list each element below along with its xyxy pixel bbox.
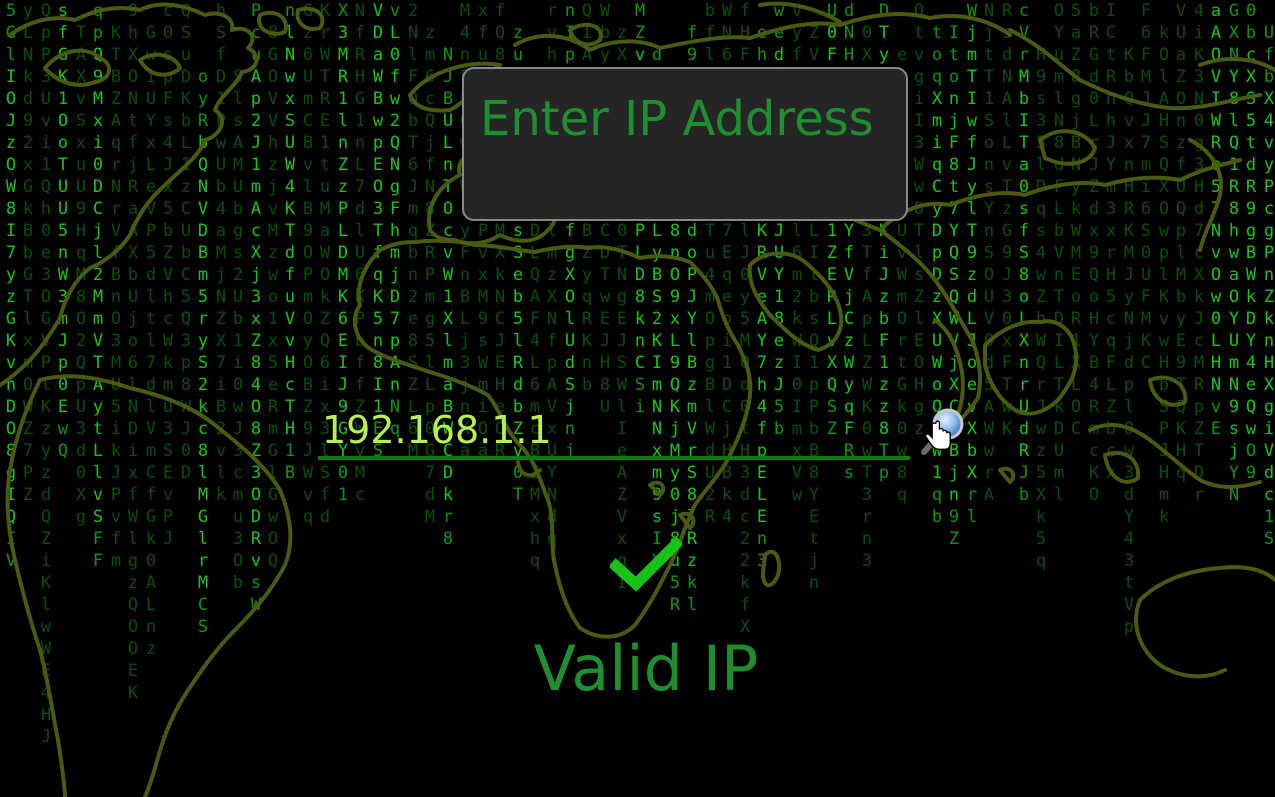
app-window: 5GlIOJzOW8I7yzGKvnDO8gIQIVuUyLNkd92xGkBb…	[0, 0, 1275, 797]
validation-status-text: Valid IP	[533, 632, 759, 705]
search-button[interactable]	[916, 404, 972, 464]
magnifier-icon	[921, 408, 964, 455]
south-america-outline	[38, 374, 293, 797]
ip-title-box: Enter IP Address	[462, 67, 908, 221]
checkmark-icon	[610, 538, 682, 592]
ip-address-input[interactable]	[318, 404, 910, 460]
ip-title-placeholder: Enter IP Address	[480, 91, 874, 147]
north-america-outline	[0, 2, 259, 387]
